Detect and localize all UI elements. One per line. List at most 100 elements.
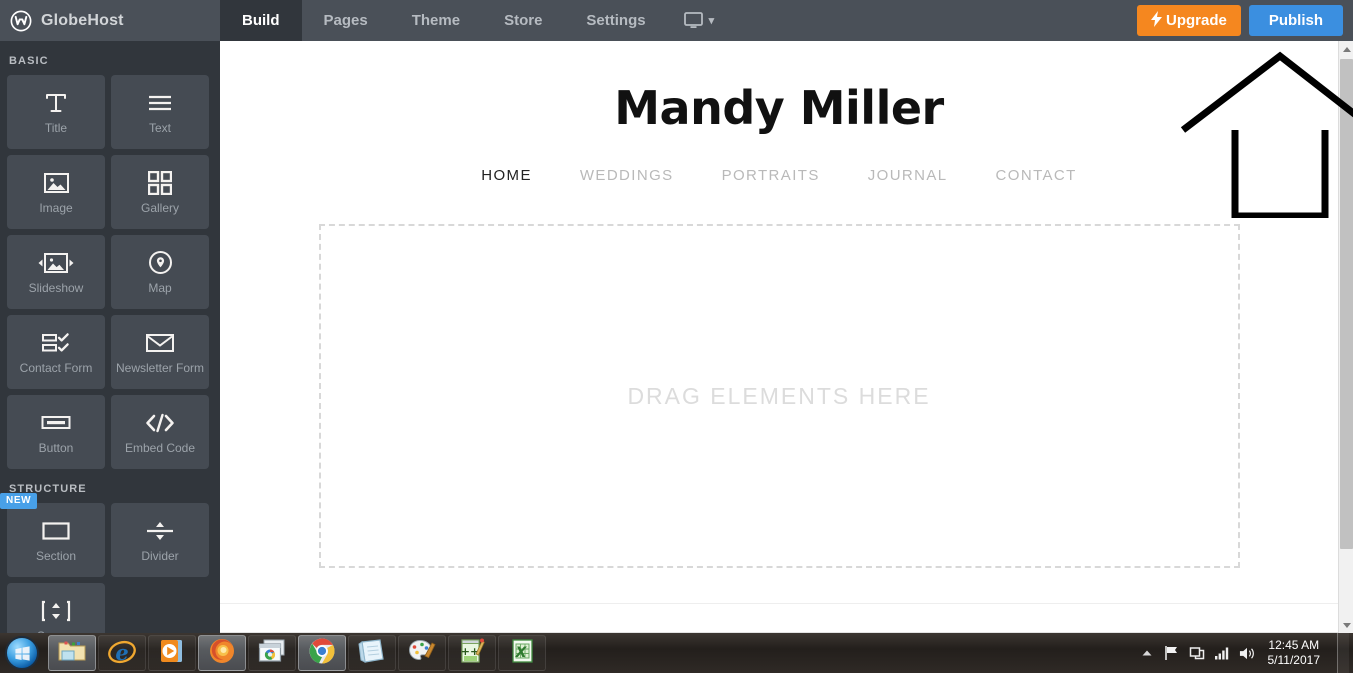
structure-elements-grid: NEW Section Divider — [0, 493, 213, 633]
image-icon — [43, 170, 70, 196]
text-lines-icon — [146, 90, 174, 116]
tab-settings[interactable]: Settings — [564, 0, 667, 41]
element-tile-map[interactable]: Map — [111, 235, 209, 309]
site-navigation: HOME WEDDINGS PORTRAITS JOURNAL CONTACT — [220, 167, 1338, 184]
application-window: GlobeHost Build Pages Theme Store Settin… — [0, 0, 1353, 673]
taskbar-chrome-app-window[interactable] — [248, 635, 296, 671]
clock-time: 12:45 AM — [1268, 638, 1320, 652]
element-tile-divider[interactable]: Divider — [111, 503, 209, 577]
tab-settings-label: Settings — [586, 12, 646, 29]
map-pin-icon — [148, 250, 173, 276]
monitor-icon: ▾ — [683, 11, 715, 30]
contact-form-icon — [41, 330, 71, 356]
taskbar-google-chrome[interactable] — [298, 635, 346, 671]
tab-theme[interactable]: Theme — [390, 0, 482, 41]
show-desktop-button[interactable] — [1337, 633, 1349, 673]
brand-name: GlobeHost — [41, 11, 124, 29]
drop-zone-label: DRAG ELEMENTS HERE — [627, 382, 931, 409]
clock-date: 5/11/2017 — [1267, 653, 1321, 667]
svg-text:X: X — [515, 645, 528, 661]
notepad-plus-plus-icon: ++ — [459, 637, 485, 669]
element-tile-section-label: Section — [35, 548, 77, 563]
upgrade-button[interactable]: Upgrade — [1136, 5, 1241, 36]
site-nav-home[interactable]: HOME — [481, 167, 532, 184]
show-hidden-icons-caret-icon[interactable] — [1139, 645, 1155, 661]
gallery-grid-icon — [148, 170, 172, 196]
canvas-scrollbar[interactable] — [1338, 41, 1353, 633]
upgrade-button-label: Upgrade — [1165, 12, 1227, 29]
tab-pages-label: Pages — [323, 12, 368, 29]
element-tile-text[interactable]: Text — [111, 75, 209, 149]
spacer-icon — [41, 598, 71, 624]
publish-button-label: Publish — [1268, 12, 1323, 29]
device-preview-selector[interactable]: ▾ — [668, 0, 731, 41]
section-label-basic: BASIC — [9, 55, 49, 67]
notepad-icon — [358, 638, 386, 669]
site-nav-weddings[interactable]: WEDDINGS — [580, 167, 674, 184]
element-tile-contact-form[interactable]: Contact Form — [7, 315, 105, 389]
chrome-window-icon — [258, 639, 286, 668]
start-button[interactable] — [0, 634, 44, 672]
taskbar-paint[interactable] — [398, 635, 446, 671]
element-tile-embed-code[interactable]: Embed Code — [111, 395, 209, 469]
slideshow-icon — [38, 250, 74, 276]
tab-theme-label: Theme — [411, 12, 461, 29]
site-title[interactable]: Mandy Miller — [220, 81, 1338, 135]
w-logo-icon — [10, 10, 32, 32]
site-nav-portraits[interactable]: PORTRAITS — [722, 167, 820, 184]
taskbar-internet-explorer[interactable]: e — [98, 635, 146, 671]
network-signal-icon[interactable] — [1214, 645, 1230, 661]
internet-explorer-icon: e — [107, 637, 137, 670]
element-tile-image-label: Image — [39, 200, 73, 215]
chevron-down-icon: ▾ — [708, 15, 715, 27]
divider-icon — [145, 518, 175, 544]
element-tile-slideshow[interactable]: Slideshow — [7, 235, 105, 309]
publish-button[interactable]: Publish — [1248, 5, 1343, 36]
element-tile-spacer[interactable]: Spacer — [7, 583, 105, 633]
element-tile-section[interactable]: NEW Section — [0, 493, 105, 577]
volume-icon[interactable] — [1239, 645, 1255, 661]
media-player-icon — [159, 638, 185, 669]
taskbar-notepad-plus-plus[interactable]: ++ — [448, 635, 496, 671]
drop-zone[interactable]: DRAG ELEMENTS HERE — [318, 224, 1240, 568]
title-T-icon — [43, 90, 69, 116]
canvas-footer-divider — [220, 603, 1338, 604]
taskbar-mozilla-firefox[interactable] — [198, 635, 246, 671]
element-tile-newsletter-form[interactable]: Newsletter Form — [111, 315, 209, 389]
button-icon — [41, 410, 71, 436]
excel-icon: X — [509, 638, 535, 669]
element-tile-text-label: Text — [148, 120, 171, 135]
site-nav-contact[interactable]: CONTACT — [996, 167, 1077, 184]
site-preview-canvas[interactable]: Mandy Miller HOME WEDDINGS PORTRAITS JOU… — [220, 41, 1338, 633]
basic-elements-grid: Title Text Image Gallery Slideshow Map C… — [7, 75, 213, 469]
scroll-down-arrow-icon[interactable] — [1339, 617, 1353, 633]
firefox-icon — [208, 637, 236, 670]
top-bar-actions: Upgrade Publish — [1136, 0, 1353, 41]
new-badge: NEW — [0, 493, 38, 509]
section-rect-icon — [42, 518, 70, 544]
flag-action-center-icon[interactable] — [1164, 645, 1180, 661]
tab-pages[interactable]: Pages — [302, 0, 390, 41]
elements-sidebar[interactable]: BASIC Title Text Image Gallery Slideshow… — [0, 41, 220, 633]
windows-taskbar: e ++ X 12:45 AM 5/11/2017 — [0, 633, 1353, 673]
site-nav-journal[interactable]: JOURNAL — [868, 167, 948, 184]
tab-store[interactable]: Store — [482, 0, 564, 41]
element-tile-title[interactable]: Title — [7, 75, 105, 149]
element-tile-button[interactable]: Button — [7, 395, 105, 469]
taskbar-clock[interactable]: 12:45 AM 5/11/2017 — [1264, 638, 1327, 668]
scroll-up-arrow-icon[interactable] — [1339, 41, 1353, 57]
taskbar-microsoft-excel[interactable]: X — [498, 635, 546, 671]
taskbar-notepad[interactable] — [348, 635, 396, 671]
tab-build-label: Build — [242, 12, 280, 29]
network-share-icon[interactable] — [1189, 645, 1205, 661]
element-tile-gallery[interactable]: Gallery — [111, 155, 209, 229]
taskbar-windows-explorer[interactable] — [48, 635, 96, 671]
taskbar-windows-media-player[interactable] — [148, 635, 196, 671]
element-tile-contact-form-label: Contact Form — [19, 360, 93, 375]
scrollbar-thumb[interactable] — [1340, 59, 1353, 549]
tab-build[interactable]: Build — [220, 0, 302, 41]
svg-text:e: e — [115, 640, 128, 665]
svg-text:++: ++ — [461, 645, 479, 658]
element-tile-slideshow-label: Slideshow — [28, 280, 84, 295]
element-tile-image[interactable]: Image — [7, 155, 105, 229]
